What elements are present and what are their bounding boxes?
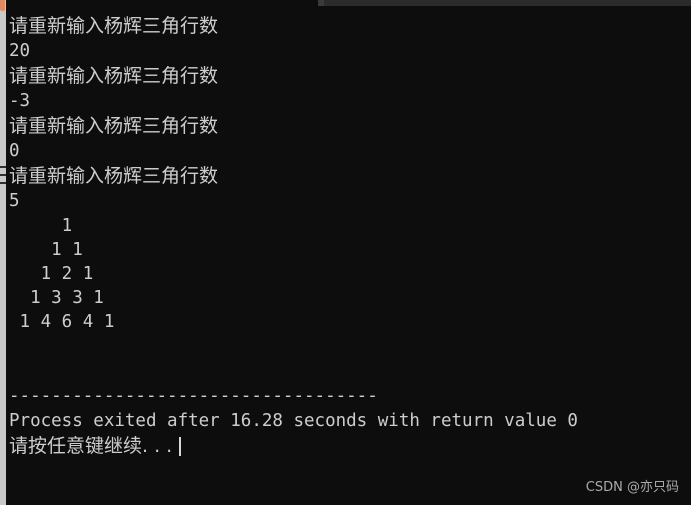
output-line-prompt-3: 请重新输入杨辉三角行数 (9, 115, 219, 137)
console-output-area[interactable]: 请重新输入杨辉三角行数 20 请重新输入杨辉三角行数 -3 请重新输入杨辉三角行… (6, 6, 691, 505)
output-line-prompt-4: 请重新输入杨辉三角行数 (9, 165, 219, 187)
pascal-triangle-row: 1 3 3 1 (9, 288, 104, 308)
output-line-input-4: 5 (9, 191, 20, 211)
console-window: 请重新输入杨辉三角行数 20 请重新输入杨辉三角行数 -3 请重新输入杨辉三角行… (0, 0, 691, 505)
separator-rule: ----------------------------------- (9, 386, 378, 406)
text-cursor-caret (179, 437, 182, 456)
orange-indicator-dot (0, 0, 5, 11)
output-line-prompt-2: 请重新输入杨辉三角行数 (9, 65, 219, 87)
pascal-triangle-row: 1 (9, 216, 73, 236)
output-line-input-3: 0 (9, 141, 20, 161)
press-any-key-label: 请按任意键继续. . . (9, 435, 173, 457)
pascal-triangle-row: 1 4 6 4 1 (9, 312, 115, 332)
output-line-prompt-1: 请重新输入杨辉三角行数 (9, 15, 219, 37)
csdn-watermark: CSDN @亦只码 (585, 480, 679, 495)
pascal-triangle-row: 1 1 (9, 240, 83, 260)
pascal-triangle-row: 1 2 1 (9, 264, 94, 284)
press-any-key-line: 请按任意键继续. . . (9, 434, 691, 459)
process-exit-message: Process exited after 16.28 seconds with … (9, 411, 578, 431)
output-line-input-2: -3 (9, 91, 31, 111)
output-line-input-1: 20 (9, 41, 31, 61)
